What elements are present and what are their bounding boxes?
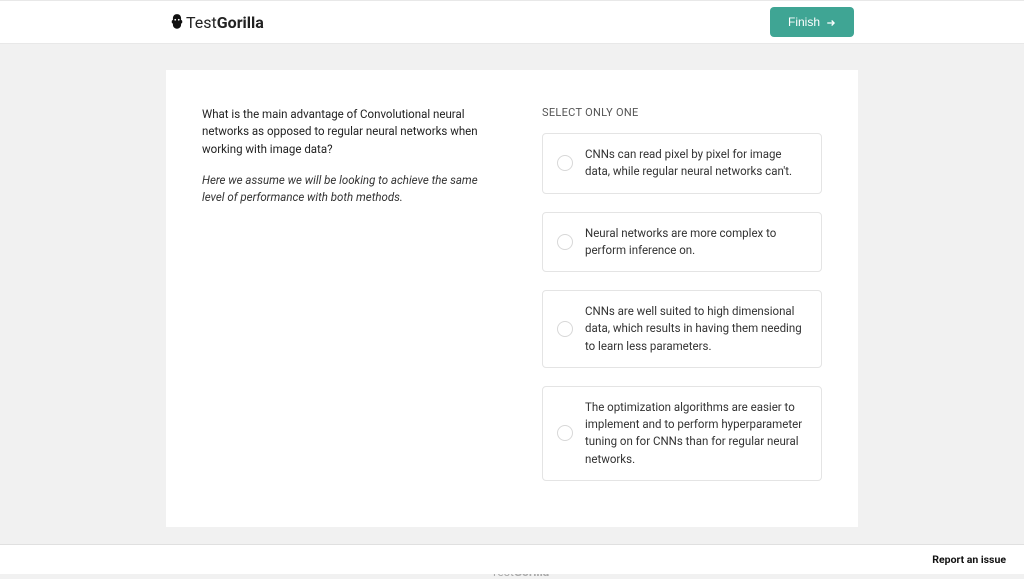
- answer-option[interactable]: Neural networks are more complex to perf…: [542, 212, 822, 273]
- radio-icon: [557, 155, 573, 171]
- option-text: The optimization algorithms are easier t…: [585, 399, 807, 468]
- finish-button[interactable]: Finish: [770, 7, 854, 37]
- option-text: Neural networks are more complex to perf…: [585, 225, 807, 260]
- radio-icon: [557, 234, 573, 250]
- gorilla-icon: [170, 13, 184, 31]
- answer-option[interactable]: CNNs can read pixel by pixel for image d…: [542, 133, 822, 194]
- instruction-label: SELECT ONLY ONE: [542, 106, 822, 119]
- question-text: What is the main advantage of Convolutio…: [202, 106, 502, 158]
- answer-option[interactable]: CNNs are well suited to high dimensional…: [542, 290, 822, 368]
- question-column: What is the main advantage of Convolutio…: [202, 106, 502, 499]
- question-note: Here we assume we will be looking to ach…: [202, 172, 502, 207]
- report-issue-link[interactable]: Report an issue: [932, 553, 1006, 566]
- radio-icon: [557, 425, 573, 441]
- answer-option[interactable]: The optimization algorithms are easier t…: [542, 386, 822, 481]
- bottom-bar: Report an issue: [0, 544, 1024, 574]
- header-bar: TestGorilla Finish: [0, 0, 1024, 44]
- question-card: What is the main advantage of Convolutio…: [166, 70, 858, 527]
- radio-icon: [557, 321, 573, 337]
- option-text: CNNs are well suited to high dimensional…: [585, 303, 807, 355]
- option-text: CNNs can read pixel by pixel for image d…: [585, 146, 807, 181]
- brand-text: TestGorilla: [186, 13, 264, 32]
- arrow-right-icon: [826, 17, 836, 27]
- options-column: SELECT ONLY ONE CNNs can read pixel by p…: [542, 106, 822, 499]
- brand-logo: TestGorilla: [170, 13, 264, 32]
